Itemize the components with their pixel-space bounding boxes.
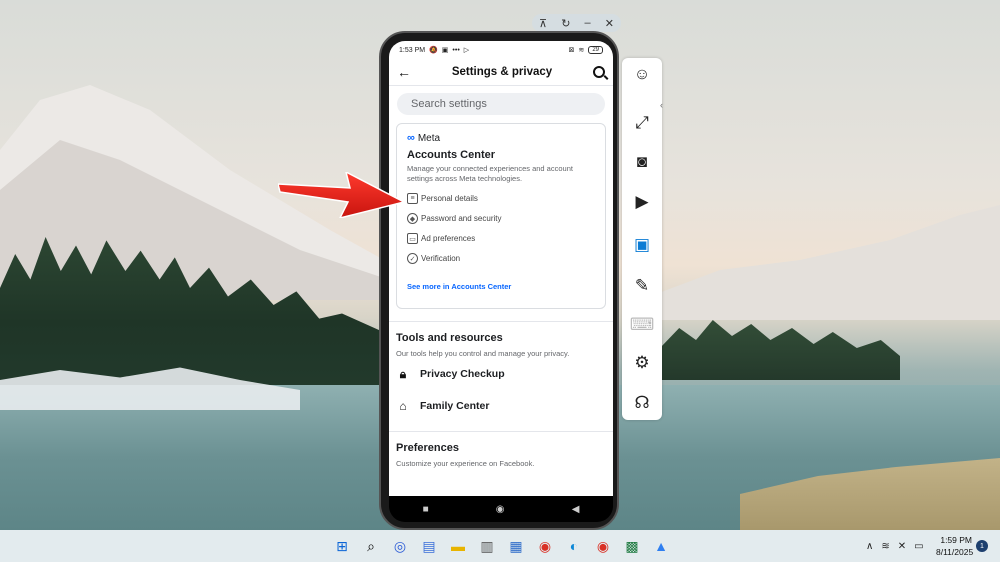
lock-icon: 🔒︎ [399, 366, 407, 381]
more-dots-icon: ••• [452, 46, 460, 54]
shield-icon: ◆ [407, 213, 418, 224]
clock-date: 8/11/2025 [936, 547, 974, 557]
notification-badge[interactable]: 1 [976, 540, 988, 552]
id-card-icon: ≡ [407, 193, 418, 204]
minimize-icon[interactable]: – [585, 17, 591, 29]
red-arrow-annotation [278, 172, 404, 218]
monitor-icon: ▭ [407, 233, 418, 244]
calculator-app-icon[interactable]: ▦ [505, 535, 527, 557]
keyboard-icon: ⌨ [629, 315, 655, 334]
brush-icon[interactable]: ✎ [631, 275, 653, 297]
item-label: Family Center [420, 400, 490, 412]
play-icon: ▷ [463, 47, 470, 54]
close-icon[interactable]: ✕ [605, 17, 614, 30]
wifi-icon: ≋ [578, 47, 585, 54]
header-divider [389, 85, 613, 86]
sim-icon: ⊠ [568, 47, 575, 54]
fullscreen-icon[interactable]: ⤢ [631, 112, 653, 134]
settings-header: ← Settings & privacy [389, 59, 613, 85]
taskbar-search-icon[interactable]: ⌕ [360, 535, 382, 557]
family-center-item[interactable]: ⌂ Family Center [396, 399, 606, 413]
item-label: Ad preferences [421, 234, 476, 243]
record-video-icon[interactable]: ▶ [631, 191, 653, 213]
preferences-title: Preferences [396, 442, 459, 454]
excel-app-icon[interactable]: ▩ [621, 535, 643, 557]
accounts-center-title: Accounts Center [407, 149, 496, 161]
ad-preferences-item[interactable]: ▭ Ad preferences [407, 233, 595, 244]
recents-button-icon[interactable]: ■ [423, 504, 429, 515]
taskbar-clock[interactable]: 1:59 PM 8/11/2025 [936, 534, 974, 558]
rotate-icon[interactable]: ↻ [561, 17, 570, 30]
check-badge-icon: ✓ [407, 253, 418, 264]
mountain-right [640, 205, 1000, 320]
phone-frame: 1:53 PM 🔕 ▣ ••• ▷ ⊠ ≋ 29 ← Settings & pr… [379, 31, 619, 530]
chrome-app-icon[interactable]: ◉ [534, 535, 556, 557]
phone-mirror-app-icon[interactable]: ▲ [650, 535, 672, 557]
copilot-app-icon[interactable]: ◎ [389, 535, 411, 557]
personal-details-item[interactable]: ≡ Personal details [407, 193, 595, 204]
remote-app-icon[interactable]: ▤ [418, 535, 440, 557]
tray-wifi-icon[interactable]: ≋ [881, 541, 889, 552]
taskbar-apps: ⊞ ⌕ ◎ ▤ ▬ ▥ ▦ ◉ ◐ ◉ ▩ ▲ [331, 530, 672, 562]
password-security-item[interactable]: ◆ Password and security [407, 213, 595, 224]
meta-infinity-icon: ∞ [407, 132, 415, 144]
section-divider [389, 431, 613, 432]
see-more-accounts-center-link[interactable]: See more in Accounts Center [407, 282, 595, 291]
phone-window-controls: ⊼ ↻ – ✕ [532, 14, 621, 32]
tray-volume-muted-icon[interactable]: ✕ [898, 541, 906, 552]
meta-logo: ∞ Meta [407, 132, 595, 144]
status-bar: 1:53 PM 🔕 ▣ ••• ▷ ⊠ ≋ 29 [389, 41, 613, 59]
mascot-avatar-icon[interactable]: ☺ [631, 64, 653, 86]
meta-brand-text: Meta [417, 132, 441, 144]
item-label: Verification [421, 254, 461, 263]
back-arrow-icon[interactable]: ← [397, 64, 411, 80]
privacy-checkup-item[interactable]: 🔒︎ Privacy Checkup [396, 367, 606, 381]
screenshot-camera-icon[interactable]: ◙ [631, 151, 653, 173]
clock-time: 1:59 PM [940, 535, 972, 545]
tray-battery-icon[interactable]: ▭ [914, 541, 923, 552]
windows-start-icon[interactable]: ⊞ [331, 535, 353, 557]
emulator-side-toolbar: ☺ ⤢ ◙ ▶ ▣ ✎ ⌨ ⚙ ☊ [622, 58, 662, 420]
preferences-description: Customize your experience on Facebook. [396, 459, 535, 468]
tools-title: Tools and resources [396, 332, 503, 344]
notepad-app-icon[interactable]: ▥ [476, 535, 498, 557]
back-button-icon[interactable]: ◀ [572, 504, 580, 515]
item-label: Personal details [421, 194, 478, 203]
search-settings-input[interactable]: Search settings [397, 93, 605, 115]
home-button-icon[interactable]: ◉ [496, 504, 505, 515]
system-tray: ∧ ≋ ✕ ▭ [866, 530, 924, 562]
edge-browser-icon[interactable]: ◐ [563, 535, 585, 557]
android-nav-bar: ■ ◉ ◀ [389, 496, 613, 522]
preferences-section: Preferences Customize your experience on… [389, 442, 613, 468]
item-label: Password and security [421, 214, 502, 223]
tray-chevron-up-icon[interactable]: ∧ [866, 541, 873, 552]
phone-screen: 1:53 PM 🔕 ▣ ••• ▷ ⊠ ≋ 29 ← Settings & pr… [389, 41, 613, 496]
headset-support-icon[interactable]: ☊ [631, 392, 653, 414]
mute-icon: 🔕 [429, 47, 438, 54]
page-title: Settings & privacy [451, 66, 553, 78]
windows-taskbar: ⊞ ⌕ ◎ ▤ ▬ ▥ ▦ ◉ ◐ ◉ ▩ ▲ ∧ ≋ ✕ ▭ 1:59 PM … [0, 530, 1000, 562]
item-label: Privacy Checkup [420, 368, 505, 380]
file-explorer-icon[interactable]: ▬ [447, 535, 469, 557]
accounts-center-description: Manage your connected experiences and ac… [407, 164, 573, 183]
app-notification-icon: ▣ [441, 47, 449, 54]
collapse-chevron-icon[interactable]: ‹ [660, 100, 663, 110]
battery-icon: 29 [588, 46, 603, 54]
chrome-profile-app-icon[interactable]: ◉ [592, 535, 614, 557]
pin-icon[interactable]: ⊼ [539, 17, 547, 30]
accounts-center-card[interactable]: ∞ Meta Accounts Center Manage your conne… [396, 123, 606, 309]
home-people-icon: ⌂ [399, 399, 407, 413]
search-icon[interactable] [593, 66, 605, 78]
tools-section: Tools and resources Our tools help you c… [389, 332, 613, 413]
tools-description: Our tools help you control and manage yo… [396, 349, 570, 358]
status-time: 1:53 PM [399, 46, 426, 54]
settings-gear-icon[interactable]: ⚙ [631, 352, 653, 374]
verification-item[interactable]: ✓ Verification [407, 253, 595, 264]
screen-cast-icon[interactable]: ▣ [631, 234, 653, 256]
section-divider [389, 321, 613, 322]
